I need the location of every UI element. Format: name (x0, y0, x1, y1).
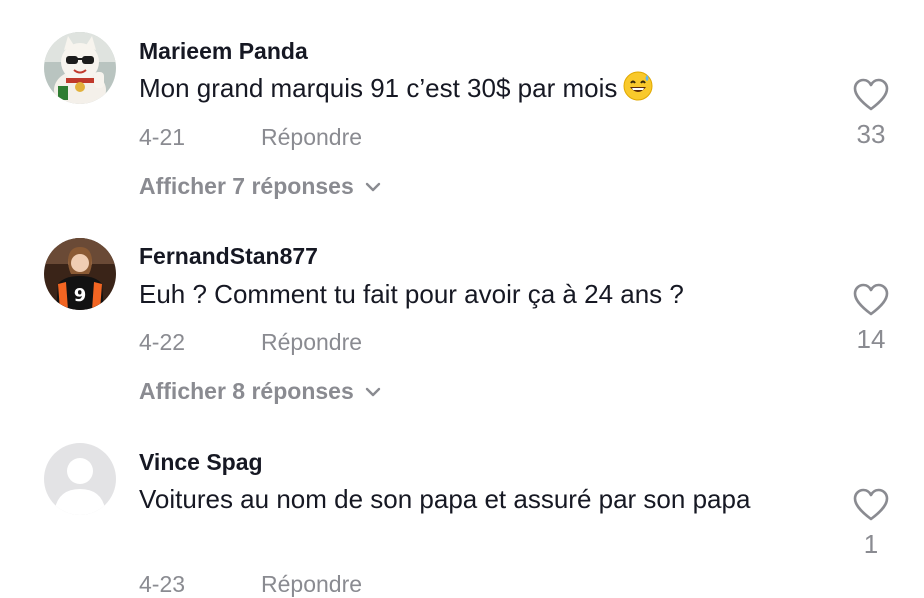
avatar[interactable] (44, 443, 116, 515)
comment-text: Euh ? Comment tu fait pour avoir ça à 24… (139, 279, 684, 309)
comment-text: Mon grand marquis 91 c’est 30$ par mois (139, 68, 799, 112)
view-replies-label: Afficher 8 réponses (139, 378, 354, 404)
chevron-down-icon (365, 182, 380, 191)
grinning-sweat-emoji-icon (623, 71, 653, 112)
comment-text: Voitures au nom de son papa et assuré pa… (139, 484, 751, 514)
heart-icon[interactable] (853, 78, 889, 112)
comment-text-body: Mon grand marquis 91 c’est 30$ par mois (139, 73, 618, 103)
like-count: 33 (856, 119, 886, 149)
like-count: 14 (856, 324, 886, 354)
lucky-cat-avatar-icon (44, 32, 116, 104)
comment-date: 4-21 (139, 124, 186, 150)
like-count: 1 (863, 529, 879, 559)
comment-username[interactable]: Vince Spag (139, 449, 263, 476)
view-replies-button[interactable]: Afficher 7 réponses (139, 173, 382, 200)
default-avatar-icon (44, 443, 116, 515)
chevron-down-icon (365, 387, 380, 396)
heart-icon[interactable] (853, 488, 889, 522)
comment-username[interactable]: FernandStan877 (139, 243, 318, 270)
svg-text:9: 9 (74, 285, 87, 306)
view-replies-button[interactable]: Afficher 8 réponses (139, 378, 382, 405)
football-player-avatar-icon: 9 (44, 238, 116, 310)
comment-username[interactable]: Marieem Panda (139, 38, 308, 65)
heart-icon[interactable] (853, 283, 889, 317)
comment-date: 4-23 (139, 571, 186, 597)
reply-button[interactable]: Répondre (261, 329, 362, 356)
view-replies-label: Afficher 7 réponses (139, 173, 354, 199)
comment-date: 4-22 (139, 329, 186, 355)
avatar[interactable] (44, 32, 116, 104)
reply-button[interactable]: Répondre (261, 124, 362, 151)
reply-button[interactable]: Répondre (261, 571, 362, 598)
avatar[interactable]: 9 (44, 238, 116, 310)
